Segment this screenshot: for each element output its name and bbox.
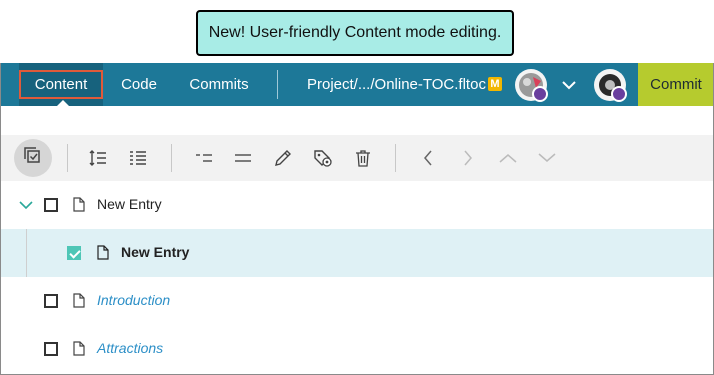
tab-commits[interactable]: Commits [179,63,259,106]
tab-commits-label: Commits [189,76,249,93]
tag-settings-icon[interactable] [312,147,334,169]
pencil-icon[interactable] [272,147,294,169]
expand-chevron-icon[interactable] [18,197,34,213]
toolbar-divider [67,144,68,172]
top-navigation-bar: Content Code Commits Project/.../Online-… [1,63,713,107]
toolbar-divider [171,144,172,172]
outdent-icon[interactable] [127,147,149,169]
tree-row[interactable]: Introduction [1,277,713,325]
row-label-link[interactable]: Attractions [97,340,163,356]
chevron-left-icon[interactable] [417,147,439,169]
project-path[interactable]: Project/.../Online-TOC.fltoc [307,63,486,106]
collaborator-avatar[interactable] [514,68,548,102]
tab-content-label: Content [18,70,104,99]
user-avatar[interactable] [593,68,627,102]
topbar-divider [277,70,278,99]
tab-code-label: Code [121,76,157,93]
editor-window: Content Code Commits Project/.../Online-… [0,63,714,375]
tree-row[interactable]: New Entry [1,181,713,229]
row-label[interactable]: New Entry [97,196,162,212]
collapse-list-icon[interactable] [193,147,215,169]
row-label-link[interactable]: Introduction [97,292,170,308]
document-icon [97,245,109,260]
document-icon [73,341,85,356]
select-mode-icon [24,146,42,170]
chevron-up-icon[interactable] [497,147,519,169]
chevron-down-icon[interactable] [561,77,577,93]
commit-button[interactable]: Commit [638,63,713,106]
content-toolbar [1,135,713,181]
trash-icon[interactable] [352,147,374,169]
feature-callout: New! User-friendly Content mode editing. [196,10,514,56]
row-checkbox[interactable] [44,342,58,356]
toolbar-divider [395,144,396,172]
tab-code[interactable]: Code [109,63,169,106]
indent-icon[interactable] [87,147,109,169]
select-mode-button[interactable] [14,139,52,177]
row-checkbox-checked[interactable] [67,246,81,260]
tree-row-selected[interactable]: New Entry [1,229,713,277]
callout-text: New! User-friendly Content mode editing. [208,24,502,41]
list-icon[interactable] [232,147,254,169]
modified-status-badge: M [488,77,502,91]
chevron-right-icon[interactable] [457,147,479,169]
tree-row[interactable]: Attractions [1,325,713,373]
document-icon [73,293,85,308]
row-checkbox[interactable] [44,198,58,212]
document-icon [73,197,85,212]
chevron-down-icon[interactable] [536,147,558,169]
tree-guide-line [26,229,27,277]
row-label[interactable]: New Entry [121,244,189,260]
tab-content[interactable]: Content [18,63,104,107]
row-checkbox[interactable] [44,294,58,308]
active-tab-caret [56,100,70,107]
